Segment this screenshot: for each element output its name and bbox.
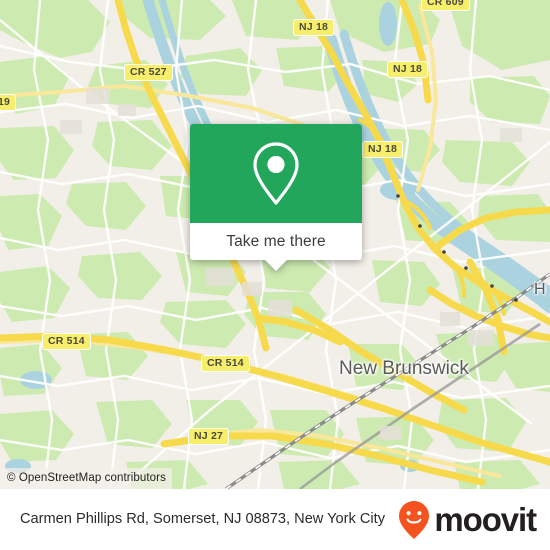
road-shield: NJ 18 — [293, 19, 335, 36]
place-label-partial: H — [534, 281, 546, 298]
map-canvas[interactable]: CR 609 NJ 18 NJ 18 CR 527 19 NJ 18 CR 51… — [0, 0, 550, 489]
moovit-wordmark: moovit — [434, 501, 537, 538]
popup-header — [190, 124, 362, 223]
road-shield: CR 514 — [42, 333, 91, 350]
road-shield: CR 527 — [124, 64, 173, 81]
popup-tail-arrow — [265, 260, 287, 271]
road-shield: CR 514 — [201, 355, 250, 372]
location-popup-card[interactable]: Take me there — [190, 124, 362, 271]
address-text: Carmen Phillips Rd, Somerset, NJ 08873, … — [20, 511, 385, 527]
moovit-smiley-pin-icon — [399, 500, 430, 539]
road-shield: 19 — [0, 94, 17, 111]
moovit-brand[interactable]: moovit — [397, 500, 537, 540]
map-screenshot: CR 609 NJ 18 NJ 18 CR 527 19 NJ 18 CR 51… — [0, 0, 550, 550]
road-shield: CR 609 — [421, 0, 470, 11]
take-me-there-label: Take me there — [226, 232, 326, 250]
place-label-new-brunswick: New Brunswick — [339, 358, 469, 379]
road-shield: NJ 18 — [362, 141, 404, 158]
footer-bar: Carmen Phillips Rd, Somerset, NJ 08873, … — [0, 489, 550, 550]
road-shield: NJ 18 — [387, 61, 429, 78]
popup-footer[interactable]: Take me there — [190, 223, 362, 271]
map-pin-icon — [253, 141, 299, 205]
osm-attribution[interactable]: © OpenStreetMap contributors — [0, 468, 172, 489]
road-shield: NJ 27 — [188, 428, 230, 445]
